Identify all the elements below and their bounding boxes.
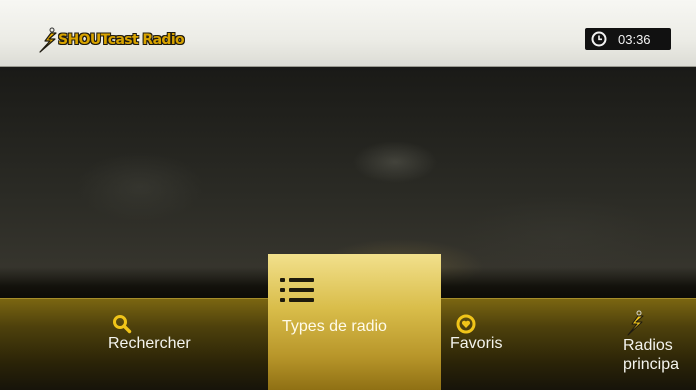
heart-icon bbox=[456, 314, 476, 334]
header-bar: SHOUTcast Radio 03:36 bbox=[0, 0, 696, 67]
app-title: SHOUTcast Radio bbox=[58, 32, 185, 48]
menu-item-favorites[interactable]: Favoris bbox=[450, 314, 502, 353]
menu-item-label: Types de radio bbox=[282, 318, 387, 335]
shoutcast-bolt-icon bbox=[627, 310, 644, 336]
clock-icon bbox=[591, 31, 607, 47]
app-logo: SHOUTcast Radio bbox=[36, 27, 185, 53]
menu-item-radio-types[interactable]: Types de radio bbox=[268, 254, 441, 390]
menu-item-label: Radios bbox=[623, 337, 673, 354]
search-icon bbox=[113, 315, 132, 334]
shoutcast-bolt-icon bbox=[39, 27, 57, 53]
menu-item-label: Rechercher bbox=[108, 335, 191, 352]
clock: 03:36 bbox=[585, 28, 671, 50]
menu-item-label-line2: principa bbox=[623, 356, 680, 373]
clock-time: 03:36 bbox=[618, 31, 651, 47]
list-icon bbox=[280, 278, 314, 302]
menu-item-top-radios[interactable]: Radios principa bbox=[623, 310, 679, 374]
menu-item-label: Favoris bbox=[450, 335, 503, 352]
menu-item-search[interactable]: Rechercher bbox=[108, 314, 191, 353]
